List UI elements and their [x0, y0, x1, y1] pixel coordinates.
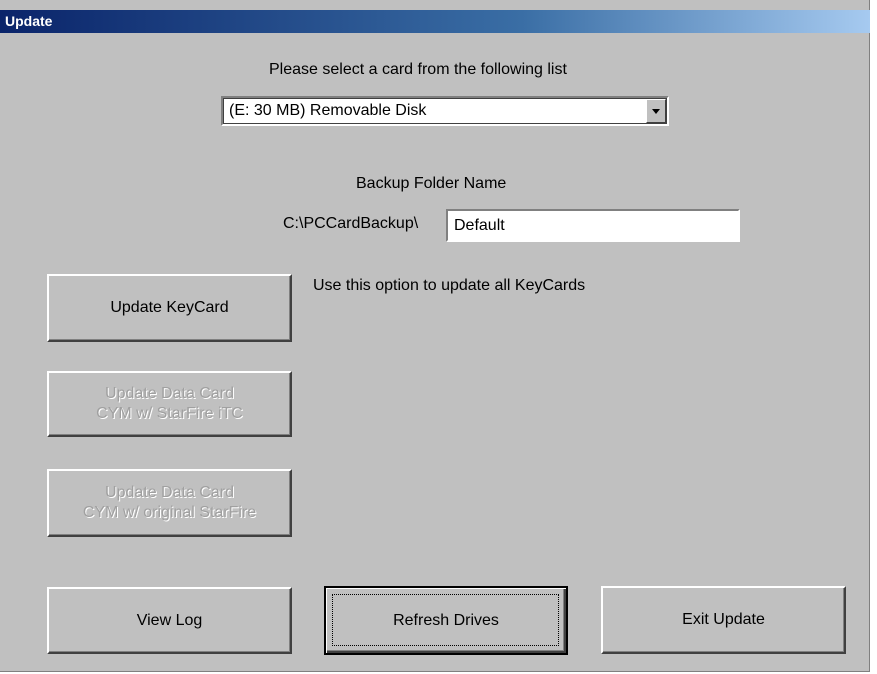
- focus-rectangle: [332, 594, 559, 646]
- update-itc-label-line2: CYM w/ StarFire iTC: [96, 405, 243, 422]
- update-keycard-hint: Use this option to update all KeyCards: [313, 277, 586, 294]
- update-keycard-label: Update KeyCard: [110, 299, 229, 316]
- update-keycard-button[interactable]: Update KeyCard: [47, 274, 292, 342]
- update-window: Update Please select a card from the fol…: [0, 0, 870, 672]
- backup-folder-label: Backup Folder Name: [356, 175, 507, 192]
- view-log-button[interactable]: View Log: [47, 587, 292, 654]
- update-data-card-original-button[interactable]: Update Data Card CYM w/ original StarFir…: [47, 469, 292, 537]
- refresh-drives-button[interactable]: Refresh Drives: [324, 586, 568, 655]
- chevron-down-icon[interactable]: [646, 99, 666, 123]
- update-itc-label-line1: Update Data Card: [105, 385, 234, 402]
- card-select-dropdown[interactable]: (E: 30 MB) Removable Disk: [221, 96, 669, 126]
- exit-update-button[interactable]: Exit Update: [601, 586, 846, 654]
- backup-path-prefix: C:\PCCardBackup\: [283, 215, 419, 232]
- view-log-label: View Log: [136, 611, 203, 629]
- exit-update-label: Exit Update: [682, 611, 765, 628]
- backup-folder-input[interactable]: [446, 209, 740, 242]
- card-select-value: (E: 30 MB) Removable Disk: [229, 102, 427, 119]
- window-title: Update: [5, 13, 53, 29]
- title-bar: Update: [0, 10, 870, 33]
- update-original-label-line1: Update Data Card: [105, 484, 234, 501]
- card-select-prompt: Please select a card from the following …: [269, 61, 567, 78]
- update-data-card-itc-button[interactable]: Update Data Card CYM w/ StarFire iTC: [47, 371, 292, 437]
- update-original-label-line2: CYM w/ original StarFire: [82, 504, 257, 521]
